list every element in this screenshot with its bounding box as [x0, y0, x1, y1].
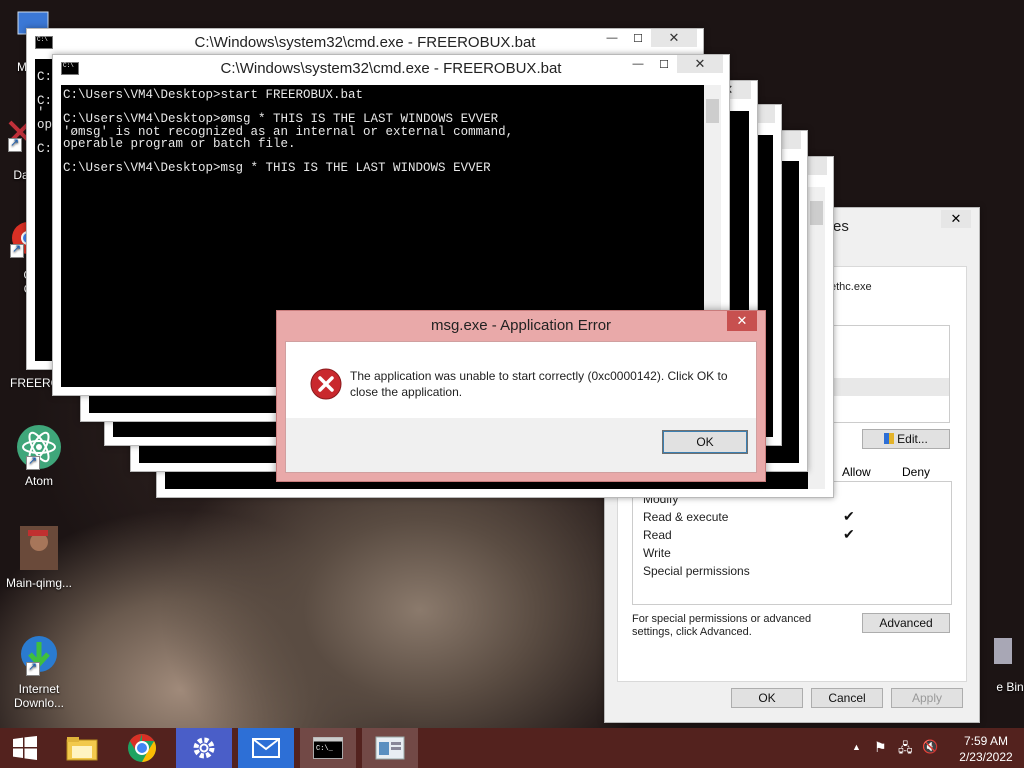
gear-icon	[193, 737, 215, 759]
allow-header: Allow	[842, 465, 871, 479]
permission-special: Special permissions	[643, 564, 750, 578]
desktop-icon-label: Downlo...	[13, 696, 65, 710]
permission-write: Write	[643, 546, 671, 560]
shortcut-arrow-icon	[8, 136, 22, 152]
desktop-icon-label: e Bin	[996, 680, 1024, 694]
uac-shield-icon	[884, 433, 895, 444]
dialog-footer: OK	[286, 418, 756, 472]
close-button[interactable]: ✕	[677, 55, 723, 73]
desktop-icon-internet-download-manager[interactable]: Internet Downlo...	[4, 632, 74, 710]
error-message: The application was unable to start corr…	[350, 369, 728, 399]
error-icon	[310, 368, 342, 403]
taskbar-chrome[interactable]	[114, 728, 170, 768]
windows-logo-icon	[13, 736, 37, 760]
close-button[interactable]: ✕	[727, 311, 757, 331]
edit-button-label: Edit...	[897, 432, 928, 446]
clock-time[interactable]: 7:59 AM	[954, 734, 1018, 748]
desktop-icon-atom[interactable]: Atom	[4, 424, 74, 488]
close-button[interactable]: ✕	[651, 29, 697, 47]
console-partial-line: C:	[37, 142, 53, 156]
edit-button[interactable]: Edit...	[862, 429, 950, 449]
check-icon: ✔	[843, 526, 855, 542]
apply-button[interactable]: Apply	[891, 688, 963, 708]
advanced-button[interactable]: Advanced	[862, 613, 950, 633]
shortcut-arrow-icon	[10, 242, 24, 258]
group-user-list[interactable]	[818, 325, 950, 423]
list-item-selected[interactable]	[819, 378, 949, 396]
minimize-button[interactable]: —	[625, 55, 651, 73]
action-center-flag-icon[interactable]: ⚑	[874, 739, 887, 756]
maximize-button[interactable]: ☐	[651, 55, 677, 73]
ok-button[interactable]: OK	[662, 430, 748, 454]
dialog-content: The application was unable to start corr…	[285, 341, 757, 473]
console-partial-line: op	[37, 118, 53, 132]
dialog-title: msg.exe - Application Error	[430, 317, 612, 334]
folder-icon	[66, 737, 98, 761]
volume-muted-icon[interactable]: 🔇	[922, 739, 938, 755]
scrollbar-thumb[interactable]	[706, 99, 719, 123]
chrome-icon	[128, 734, 156, 762]
scrollbar[interactable]	[808, 187, 825, 489]
clock-date[interactable]: 2/23/2022	[950, 750, 1022, 764]
desktop-icon-label: Main-qimg...	[5, 576, 73, 590]
atom-icon	[16, 424, 62, 470]
minimize-button[interactable]: —	[599, 29, 625, 47]
mail-icon	[252, 738, 280, 758]
image-thumbnail-icon	[16, 526, 62, 572]
permissions-list: Modify Read & execute ✔ Read ✔ Write Spe…	[632, 481, 952, 605]
desktop-icon-main-qimg[interactable]: Main-qimg...	[4, 526, 74, 590]
deny-header: Deny	[902, 465, 931, 479]
desktop-icon-label: Internet	[18, 682, 60, 696]
shortcut-arrow-icon	[26, 660, 40, 676]
svg-text:C:\_: C:\_	[316, 745, 334, 753]
console-output: C:\Users\VM4\Desktop>start FREEROBUX.bat…	[63, 88, 514, 176]
download-manager-icon	[16, 632, 62, 678]
taskbar-file-explorer[interactable]	[54, 728, 110, 768]
network-icon[interactable]: 🖧	[898, 739, 913, 761]
window-controls: — ☐ ✕	[625, 55, 723, 73]
taskbar: C:\_ ▲ ⚑ 🖧 🔇 7:59 AM 2/23/2022	[0, 728, 1024, 768]
taskbar-command-prompt[interactable]: C:\_	[300, 728, 356, 768]
title-bar[interactable]: C:\Windows\system32\cmd.exe - FREEROBUX.…	[27, 29, 703, 55]
ok-button[interactable]: OK	[731, 688, 803, 708]
start-button[interactable]	[0, 728, 50, 768]
system-tray: ▲ ⚑ 🖧 🔇 7:59 AM 2/23/2022	[848, 728, 1024, 768]
shortcut-arrow-icon	[26, 454, 40, 470]
dialog-title: es	[833, 218, 849, 235]
taskbar-mail[interactable]	[238, 728, 294, 768]
close-button[interactable]: ✕	[941, 210, 971, 228]
taskbar-settings[interactable]	[176, 728, 232, 768]
properties-window-icon	[375, 736, 405, 760]
window-controls: — ☐ ✕	[599, 29, 697, 47]
permission-read-execute: Read & execute	[643, 510, 729, 524]
advanced-hint-text: For special permissions or advanced sett…	[632, 613, 812, 638]
desktop-icon-label: Atom	[24, 474, 53, 488]
command-prompt-icon: C:\_	[313, 737, 343, 759]
application-error-dialog: msg.exe - Application Error ✕ The applic…	[276, 310, 766, 482]
check-icon: ✔	[843, 508, 855, 524]
title-bar[interactable]: C:\Windows\system32\cmd.exe - FREEROBUX.…	[53, 55, 729, 81]
taskbar-properties[interactable]	[362, 728, 418, 768]
object-name: ethc.exe	[830, 281, 872, 293]
show-hidden-icons-icon[interactable]: ▲	[852, 742, 861, 752]
console-partial-line: C:	[37, 70, 53, 84]
cancel-button[interactable]: Cancel	[811, 688, 883, 708]
permission-read: Read	[643, 528, 672, 542]
maximize-button[interactable]: ☐	[625, 29, 651, 47]
